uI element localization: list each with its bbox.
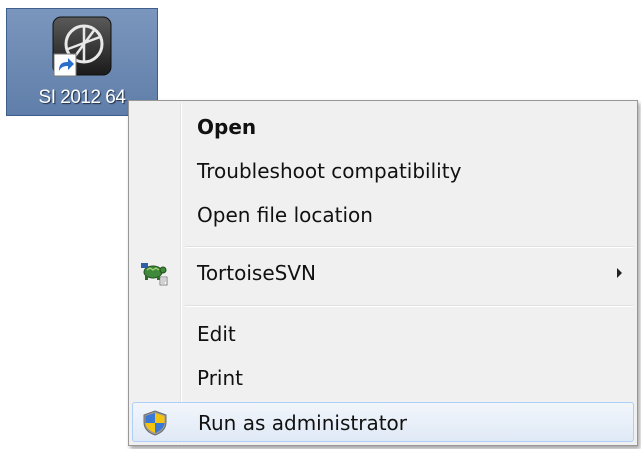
menu-item-label: Open file location bbox=[197, 203, 373, 227]
menu-item-open-file-location[interactable]: Open file location bbox=[132, 195, 634, 235]
menu-item-tortoisesvn[interactable]: TortoiseSVN bbox=[132, 253, 634, 293]
submenu-arrow-icon bbox=[617, 268, 622, 278]
menu-item-label: Troubleshoot compatibility bbox=[197, 159, 462, 183]
shortcut-arrow-icon bbox=[53, 53, 77, 77]
menu-separator bbox=[185, 246, 633, 248]
menu-item-open[interactable]: Open bbox=[132, 107, 634, 147]
menu-separator bbox=[185, 305, 633, 307]
menu-item-edit[interactable]: Edit bbox=[132, 314, 634, 354]
context-menu: Open Troubleshoot compatibility Open fil… bbox=[128, 100, 638, 446]
tortoisesvn-icon bbox=[141, 263, 168, 286]
menu-item-run-as-administrator[interactable]: Run as administrator bbox=[132, 402, 634, 442]
menu-item-label: Open bbox=[197, 115, 257, 139]
menu-item-label: Edit bbox=[197, 322, 236, 346]
uac-shield-icon bbox=[143, 410, 167, 436]
menu-item-troubleshoot-compatibility[interactable]: Troubleshoot compatibility bbox=[132, 151, 634, 191]
menu-item-print[interactable]: Print bbox=[132, 358, 634, 398]
menu-item-label: Run as administrator bbox=[198, 411, 408, 435]
menu-item-label: TortoiseSVN bbox=[197, 261, 316, 285]
menu-item-label: Print bbox=[197, 366, 244, 390]
